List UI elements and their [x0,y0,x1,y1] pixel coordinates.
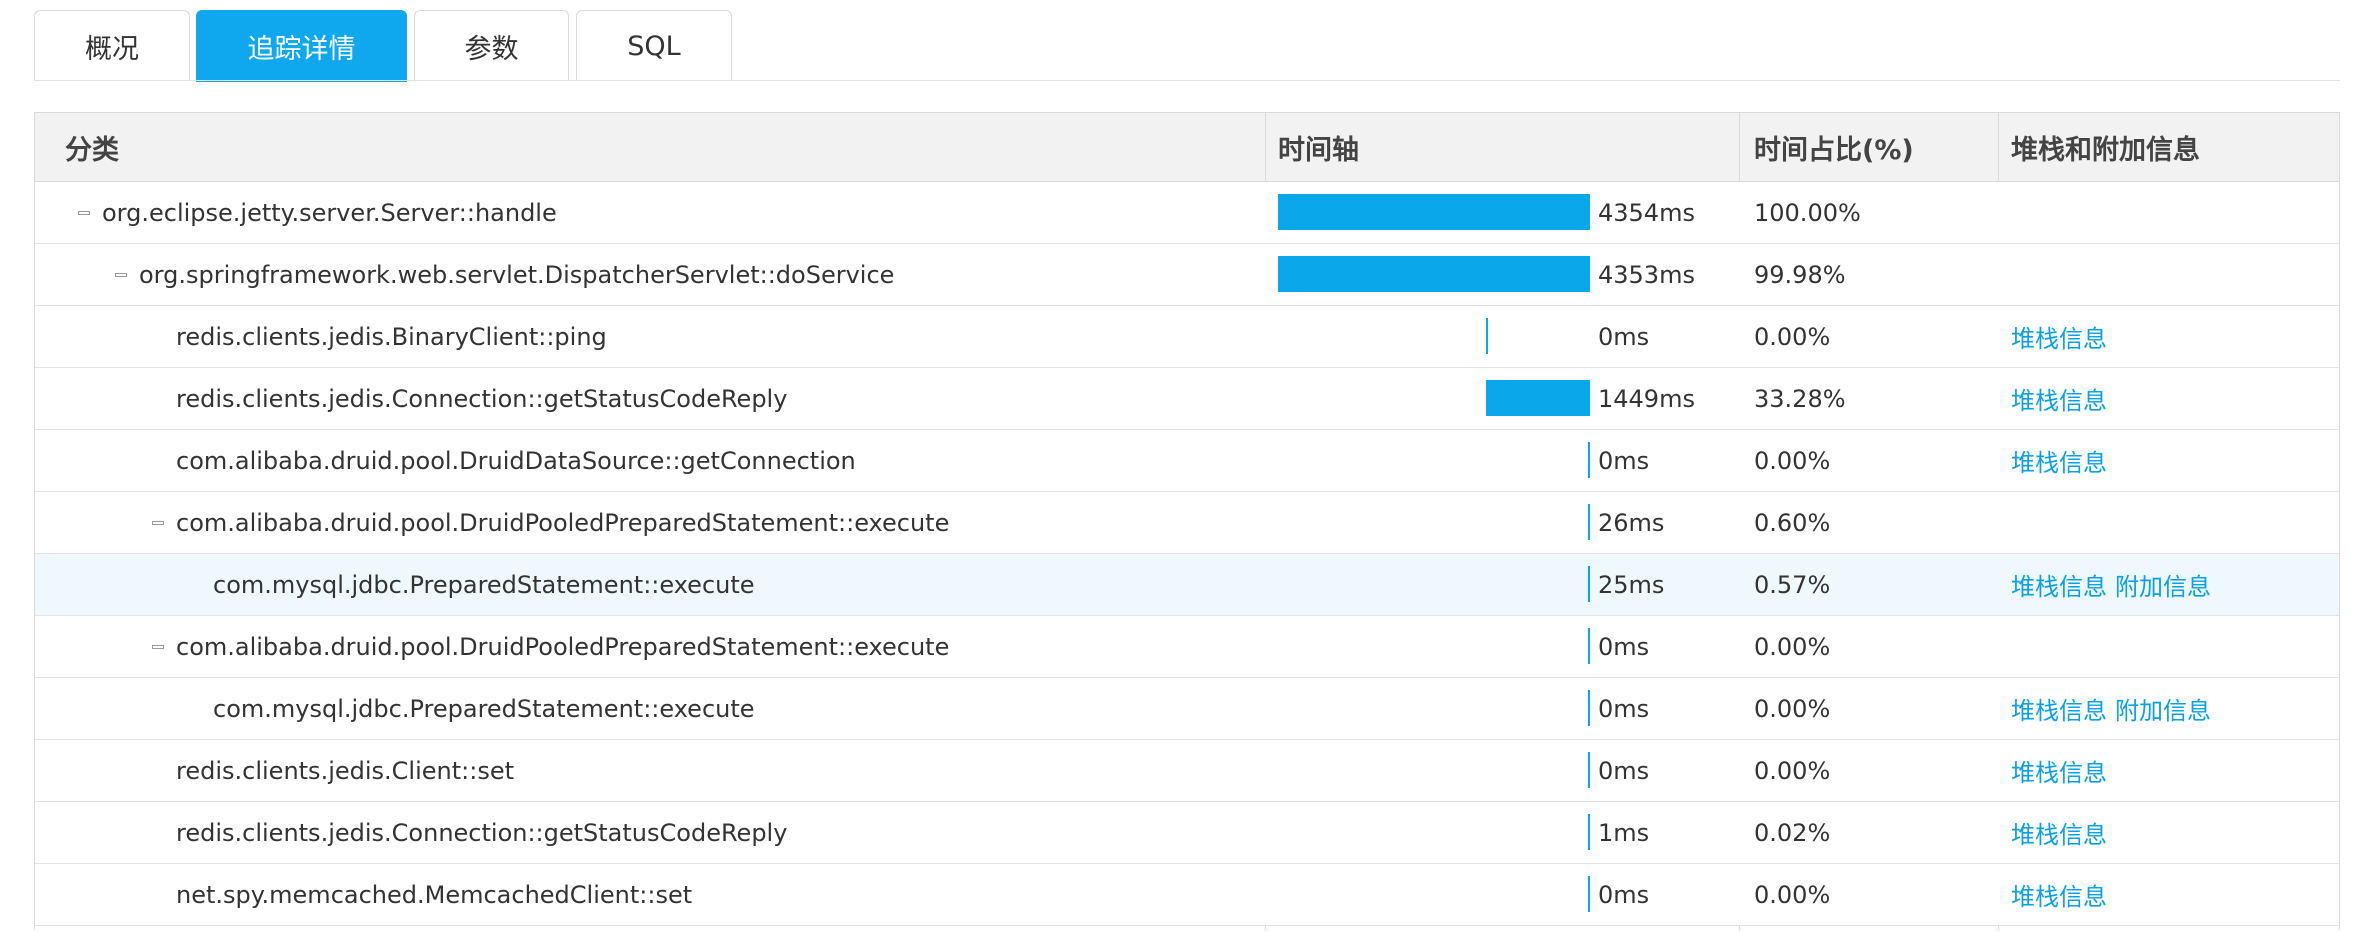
percent-value: 0.00% [1754,446,1831,475]
table-row[interactable]: redis.clients.jedis.Connection::getStatu… [35,802,2339,864]
table-row[interactable]: com.mysql.jdbc.PreparedStatement::execut… [35,678,2339,740]
method-name: org.springframework.web.servlet.Dispatch… [139,260,895,289]
percent-value: 0.57% [1754,570,1831,599]
table-row[interactable]: net.spy.memcached.MemcachedClient::set 0m… [35,864,2339,926]
stack-info-link[interactable]: 堆栈信息 [2011,815,2107,850]
collapse-icon[interactable] [78,211,90,215]
method-name: com.alibaba.druid.pool.DruidDataSource::… [176,446,856,475]
percent-value: 0.00% [1754,322,1831,351]
extra-info-link[interactable]: 附加信息 [2115,691,2211,726]
table-row[interactable]: com.alibaba.druid.pool.DruidDataSource::… [35,430,2339,492]
timeline-bar [1486,380,1590,416]
stack-info-cell: 堆栈信息 附加信息 [2011,554,2219,615]
percent-value: 0.02% [1754,818,1831,847]
percent-value: 0.00% [1754,632,1831,661]
tab-overview[interactable]: 概况 [34,10,190,81]
table-row[interactable]: com.mysql.jdbc.PreparedStatement::execut… [35,554,2339,616]
duration-label: 0ms [1598,322,1650,351]
timeline-tick [1486,318,1489,354]
table-row[interactable]: com.alibaba.druid.pool.DruidPooledPrepar… [35,616,2339,678]
stack-info-link[interactable]: 堆栈信息 [2011,691,2107,726]
timeline-tick [1588,814,1590,850]
header-percent: 时间占比(%) [1754,134,1914,166]
percent-value: 0.60% [1754,508,1831,537]
percent-value: 0.00% [1754,756,1831,785]
method-name: redis.clients.jedis.Connection::getStatu… [176,384,788,413]
method-name: com.alibaba.druid.pool.DruidPooledPrepar… [176,508,950,537]
timeline-bar [1278,194,1590,230]
stack-info-cell: 堆栈信息 [2011,864,2115,925]
table-row[interactable]: com.alibaba.druid.pool.DruidPooledPrepar… [35,492,2339,554]
table-row[interactable]: redis.clients.jedis.BinaryClient::ping 0m… [35,306,2339,368]
tab-parameters[interactable]: 参数 [414,10,569,81]
duration-label: 4354ms [1598,198,1695,227]
percent-value: 0.00% [1754,880,1831,909]
header-stack-info: 堆栈和附加信息 [2011,134,2200,166]
duration-label: 0ms [1598,694,1650,723]
duration-label: 26ms [1598,508,1665,537]
table-row[interactable]: redis.clients.jedis.Connection::getStatu… [35,368,2339,430]
percent-value: 0.00% [1754,694,1831,723]
method-name: org.eclipse.jetty.server.Server::handle [102,198,557,227]
collapse-icon[interactable] [152,521,164,525]
collapse-icon[interactable] [115,273,127,277]
method-name: net.spy.memcached.MemcachedClient::set [176,880,693,909]
extra-info-link[interactable]: 附加信息 [2115,567,2211,602]
header-category: 分类 [65,134,119,166]
duration-label: 0ms [1598,880,1650,909]
duration-label: 1449ms [1598,384,1695,413]
stack-info-link[interactable]: 堆栈信息 [2011,443,2107,478]
method-name: com.mysql.jdbc.PreparedStatement::execut… [213,694,755,723]
stack-info-link[interactable]: 堆栈信息 [2011,381,2107,416]
trace-table: 分类 时间轴 时间占比(%) 堆栈和附加信息 org.eclipse.jetty… [34,112,2340,931]
stack-info-link[interactable]: 堆栈信息 [2011,753,2107,788]
method-name: com.mysql.jdbc.PreparedStatement::execut… [213,570,755,599]
collapse-icon[interactable] [152,645,164,649]
method-name: redis.clients.jedis.Connection::getStatu… [176,818,788,847]
table-header: 分类 时间轴 时间占比(%) 堆栈和附加信息 [35,113,2339,182]
tab-sql[interactable]: SQL [576,10,732,81]
tab-divider [34,80,2340,81]
timeline-tick [1588,504,1590,540]
table-row[interactable]: org.springframework.web.servlet.Dispatch… [35,244,2339,306]
duration-label: 0ms [1598,446,1650,475]
percent-value: 99.98% [1754,260,1846,289]
method-name: redis.clients.jedis.Client::set [176,756,514,785]
method-name: com.alibaba.druid.pool.DruidPooledPrepar… [176,632,950,661]
duration-label: 25ms [1598,570,1665,599]
timeline-tick [1588,628,1590,664]
stack-info-cell: 堆栈信息 [2011,306,2115,367]
stack-info-cell: 堆栈信息 [2011,368,2115,429]
timeline-tick [1588,876,1590,912]
duration-label: 4353ms [1598,260,1695,289]
table-row[interactable]: org.eclipse.jetty.server.Server::handle 4… [35,182,2339,244]
stack-info-cell: 堆栈信息 [2011,430,2115,491]
stack-info-link[interactable]: 堆栈信息 [2011,567,2107,602]
table-row[interactable]: redis.clients.jedis.Client::set 0ms 0.00% 堆… [35,740,2339,802]
duration-label: 1ms [1598,818,1650,847]
percent-value: 100.00% [1754,198,1861,227]
timeline-tick [1588,442,1590,478]
timeline-tick [1588,752,1590,788]
timeline-tick [1588,690,1590,726]
method-name: redis.clients.jedis.BinaryClient::ping [176,322,607,351]
stack-info-cell: 堆栈信息 附加信息 [2011,678,2219,739]
stack-info-link[interactable]: 堆栈信息 [2011,877,2107,912]
timeline-bar [1278,256,1590,292]
duration-label: 0ms [1598,756,1650,785]
stack-info-cell: 堆栈信息 [2011,802,2115,863]
header-timeline: 时间轴 [1278,134,1359,166]
stack-info-cell: 堆栈信息 [2011,740,2115,801]
duration-label: 0ms [1598,632,1650,661]
percent-value: 33.28% [1754,384,1846,413]
tab-trace-details[interactable]: 追踪详情 [196,10,407,82]
timeline-tick [1588,566,1590,602]
stack-info-link[interactable]: 堆栈信息 [2011,319,2107,354]
